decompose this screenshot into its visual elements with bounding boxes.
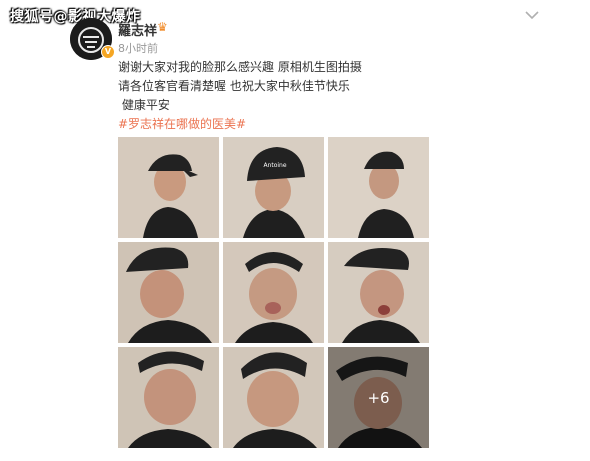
- photo-1[interactable]: [118, 137, 219, 238]
- crown-icon: ♛: [157, 20, 168, 34]
- chevron-down-icon[interactable]: [523, 8, 541, 22]
- verified-badge: V: [101, 45, 115, 59]
- photo-6[interactable]: [328, 242, 429, 343]
- photo-5[interactable]: [223, 242, 324, 343]
- photo-2[interactable]: Antoine: [223, 137, 324, 238]
- hashtag-link[interactable]: #罗志祥在哪做的医美#: [118, 115, 246, 132]
- post-line: 请各位客官看清楚喔 也祝大家中秋佳节快乐: [118, 79, 350, 93]
- post-line: 健康平安: [118, 98, 170, 112]
- svg-text:Antoine: Antoine: [263, 162, 286, 169]
- more-photos-overlay[interactable]: +6: [328, 347, 429, 448]
- photo-8[interactable]: [223, 347, 324, 448]
- photo-7[interactable]: [118, 347, 219, 448]
- username[interactable]: 羅志祥: [118, 20, 157, 39]
- photo-3[interactable]: [328, 137, 429, 238]
- post-body: 谢谢大家对我的脸那么感兴趣 原相机生图拍摄 请各位客官看清楚喔 也祝大家中秋佳节…: [118, 58, 362, 115]
- post-line: 谢谢大家对我的脸那么感兴趣 原相机生图拍摄: [118, 60, 362, 74]
- post-time[interactable]: 8小时前: [118, 40, 158, 56]
- photo-9[interactable]: +6: [328, 347, 429, 448]
- photo-4[interactable]: [118, 242, 219, 343]
